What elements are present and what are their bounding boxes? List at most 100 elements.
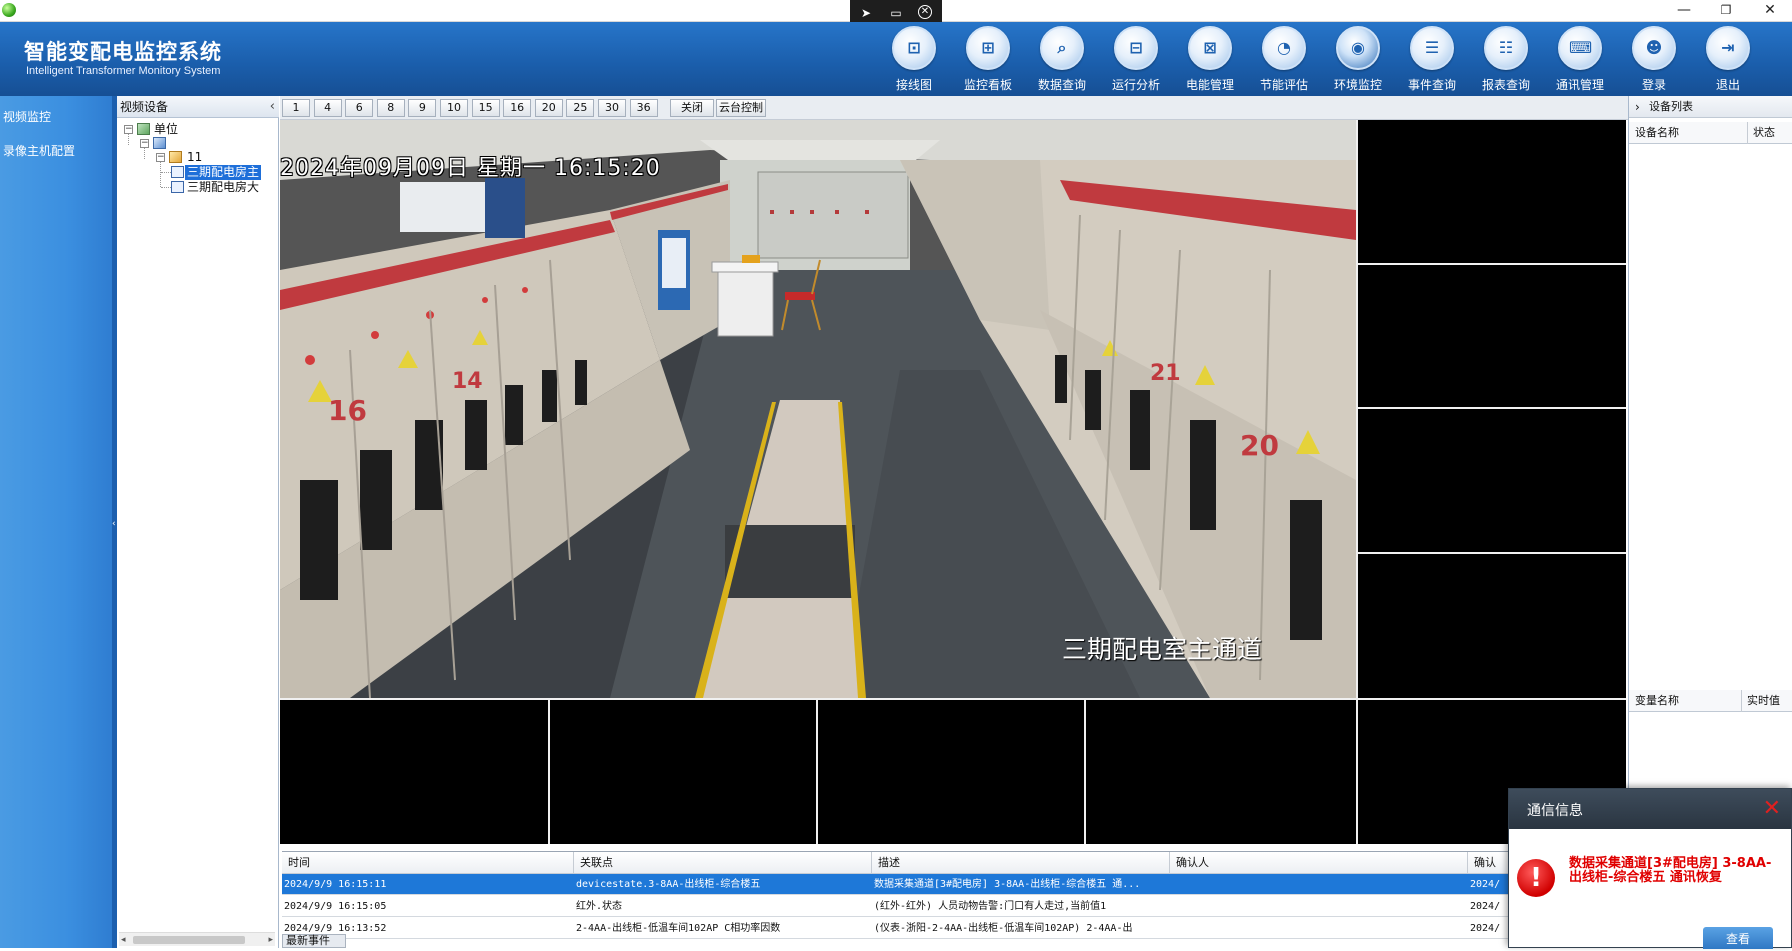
window-close-icon[interactable]: ✕ [1750,0,1790,22]
layout-button-4[interactable]: 4 [313,99,342,117]
nav-item-9[interactable]: ⌨ 通讯管理 [1544,24,1616,94]
expand-group-toggle[interactable]: − [156,153,165,162]
video-cell[interactable] [1358,554,1626,698]
video-cell[interactable] [280,700,548,844]
sidebar-item-recorder-config[interactable]: 录像主机配置 [3,142,75,159]
pointer-icon[interactable]: ➤ [858,5,874,21]
nav-item-3[interactable]: ⊟ 运行分析 [1100,24,1172,94]
layout-button-9[interactable]: 9 [408,99,437,117]
layout-button-1[interactable]: 1 [282,99,310,117]
notification-message: 数据采集通道[3#配电房] 3-8AA-出线柜-综合楼五 通讯恢复 [1569,856,1772,885]
scroll-left-icon[interactable]: ◂ [121,933,126,947]
scroll-right-icon[interactable]: ▸ [268,933,273,947]
main-camera-view[interactable]: 16 14 20 21 2024年09月09日 星期一 16:15:20 三期配… [280,120,1356,698]
col-confirmer[interactable]: 确认人 [1170,852,1468,874]
nav-item-4[interactable]: ⊠ 电能管理 [1174,24,1246,94]
layout-button-30[interactable]: 30 [598,99,626,117]
nav-item-7[interactable]: ☰ 事件查询 [1396,24,1468,94]
ptz-control-button[interactable]: 云台控制 [716,99,766,117]
nav-item-5[interactable]: ◔ 节能评估 [1248,24,1320,94]
left-sidebar: 视频监控 录像主机配置 [0,96,112,948]
user-icon[interactable]: ☻ [1632,26,1676,70]
tree-node-camera-1[interactable]: 三期配电房主 [185,165,262,180]
layout-button-8[interactable]: 8 [376,99,405,117]
nav-glyph: ⊠ [1203,38,1217,57]
col-status[interactable]: 状态 [1753,122,1775,144]
network-icon[interactable]: ⊟ [1114,26,1158,70]
col-device-name[interactable]: 设备名称 [1635,122,1679,144]
keyboard-icon[interactable]: ▭ [888,5,904,21]
sidebar-item-video-monitor[interactable]: 视频监控 [3,108,51,125]
power-management-icon[interactable]: ⊠ [1188,26,1232,70]
view-button[interactable]: 查看 [1703,927,1773,949]
nav-item-11[interactable]: ⇥ 退出 [1692,24,1764,94]
collapse-panel-icon[interactable]: ‹ [270,96,275,118]
video-toolbar: 1 4 6 8 9 10 15 16 20 25 30 36 关闭 云台控制 [280,96,1628,120]
nav-item-6[interactable]: ◉ 环境监控 [1322,24,1394,94]
report-icon[interactable]: ☷ [1484,26,1528,70]
layout-button-10[interactable]: 10 [440,99,468,117]
nav-item-8[interactable]: ☷ 报表查询 [1470,24,1542,94]
device-list-header[interactable]: › 设备列表 [1629,96,1792,118]
event-cell-point: devicestate.3-8AA-出线柜-综合楼五 [576,879,761,890]
video-cell[interactable] [1086,700,1356,844]
folder-icon [169,151,182,163]
expand-root-toggle[interactable]: − [124,125,133,134]
nav-label: 退出 [1715,78,1740,92]
communication-icon[interactable]: ⌨ [1558,26,1602,70]
event-row[interactable]: 2024/9/9 16:13:52 2-4AA-出线柜-低温车间102AP C相功… [282,918,1662,939]
video-grid: 16 14 20 21 2024年09月09日 星期一 16:15:20 三期配… [280,120,1626,844]
col-variable-name[interactable]: 变量名称 [1635,690,1679,712]
restore-icon[interactable]: ❐ [1706,0,1746,22]
app-logo-icon [2,3,16,17]
tree-node-group[interactable]: 11 [187,150,202,165]
exit-icon[interactable]: ⇥ [1706,26,1750,70]
layout-button-6[interactable]: 6 [345,99,374,117]
video-cell[interactable] [1358,120,1626,263]
expand-chevron-icon[interactable]: › [1635,96,1640,118]
nav-glyph: ☰ [1424,38,1440,57]
expand-station-toggle[interactable]: − [140,139,149,148]
pie-chart-icon[interactable]: ◔ [1262,26,1306,70]
nav-glyph: ◉ [1351,38,1365,57]
station-icon [153,137,166,149]
event-list-icon[interactable]: ☰ [1410,26,1454,70]
event-row[interactable]: 2024/9/9 16:15:05 红外.状态 (红外-红外) 人员动物告警:门口有… [282,896,1662,917]
layout-button-16[interactable]: 16 [503,99,532,117]
close-icon[interactable]: ✕ [1763,796,1781,821]
nav-glyph: ⌕ [1057,38,1067,57]
layout-button-15[interactable]: 15 [471,99,500,117]
notification-popup: 通信信息 ✕ ! 数据采集通道[3#配电房] 3-8AA-出线柜-综合楼五 通讯… [1508,788,1792,949]
nav-item-1[interactable]: ⊞ 监控看板 [952,24,1024,94]
dashboard-icon[interactable]: ⊞ [966,26,1010,70]
tree-node-root[interactable]: 单位 [154,122,178,137]
video-cell[interactable] [1358,409,1626,552]
close-session-icon[interactable]: ✕ [918,5,932,19]
col-related-point[interactable]: 关联点 [574,852,872,874]
nav-item-2[interactable]: ⌕ 数据查询 [1026,24,1098,94]
wiring-diagram-icon[interactable]: ⊡ [892,26,936,70]
col-realtime-value[interactable]: 实时值 [1747,690,1780,712]
video-cell[interactable] [550,700,816,844]
col-description[interactable]: 描述 [872,852,1170,874]
camera-icon[interactable]: ◉ [1336,26,1380,70]
layout-button-20[interactable]: 20 [534,99,563,117]
nav-item-10[interactable]: ☻ 登录 [1618,24,1690,94]
minimize-icon[interactable]: — [1664,0,1704,22]
layout-button-25[interactable]: 25 [566,99,595,117]
event-row[interactable]: 2024/9/9 16:15:11 devicestate.3-8AA-出线柜-综… [282,874,1662,895]
tree-horizontal-scrollbar[interactable]: ◂ ▸ [119,932,275,946]
tab-latest-events[interactable]: 最新事件 [282,934,346,948]
satellite-dish-icon[interactable]: ⌕ [1040,26,1084,70]
col-time[interactable]: 时间 [282,852,574,874]
scrollbar-thumb[interactable] [133,936,245,944]
nav-glyph: ☻ [1645,38,1663,57]
event-cell-desc: 数据采集通道[3#配电房] 3-8AA-出线柜-综合楼五 通... [874,879,1141,890]
close-video-button[interactable]: 关闭 [670,99,714,117]
layout-button-36[interactable]: 36 [629,99,658,117]
video-cell[interactable] [818,700,1084,844]
nav-item-0[interactable]: ⊡ 接线图 [878,24,950,94]
event-cell-desc: (红外-红外) 人员动物告警:门口有人走过,当前值1 [874,901,1107,912]
tree-node-camera-2[interactable]: 三期配电房大 [187,180,259,195]
video-cell[interactable] [1358,265,1626,407]
